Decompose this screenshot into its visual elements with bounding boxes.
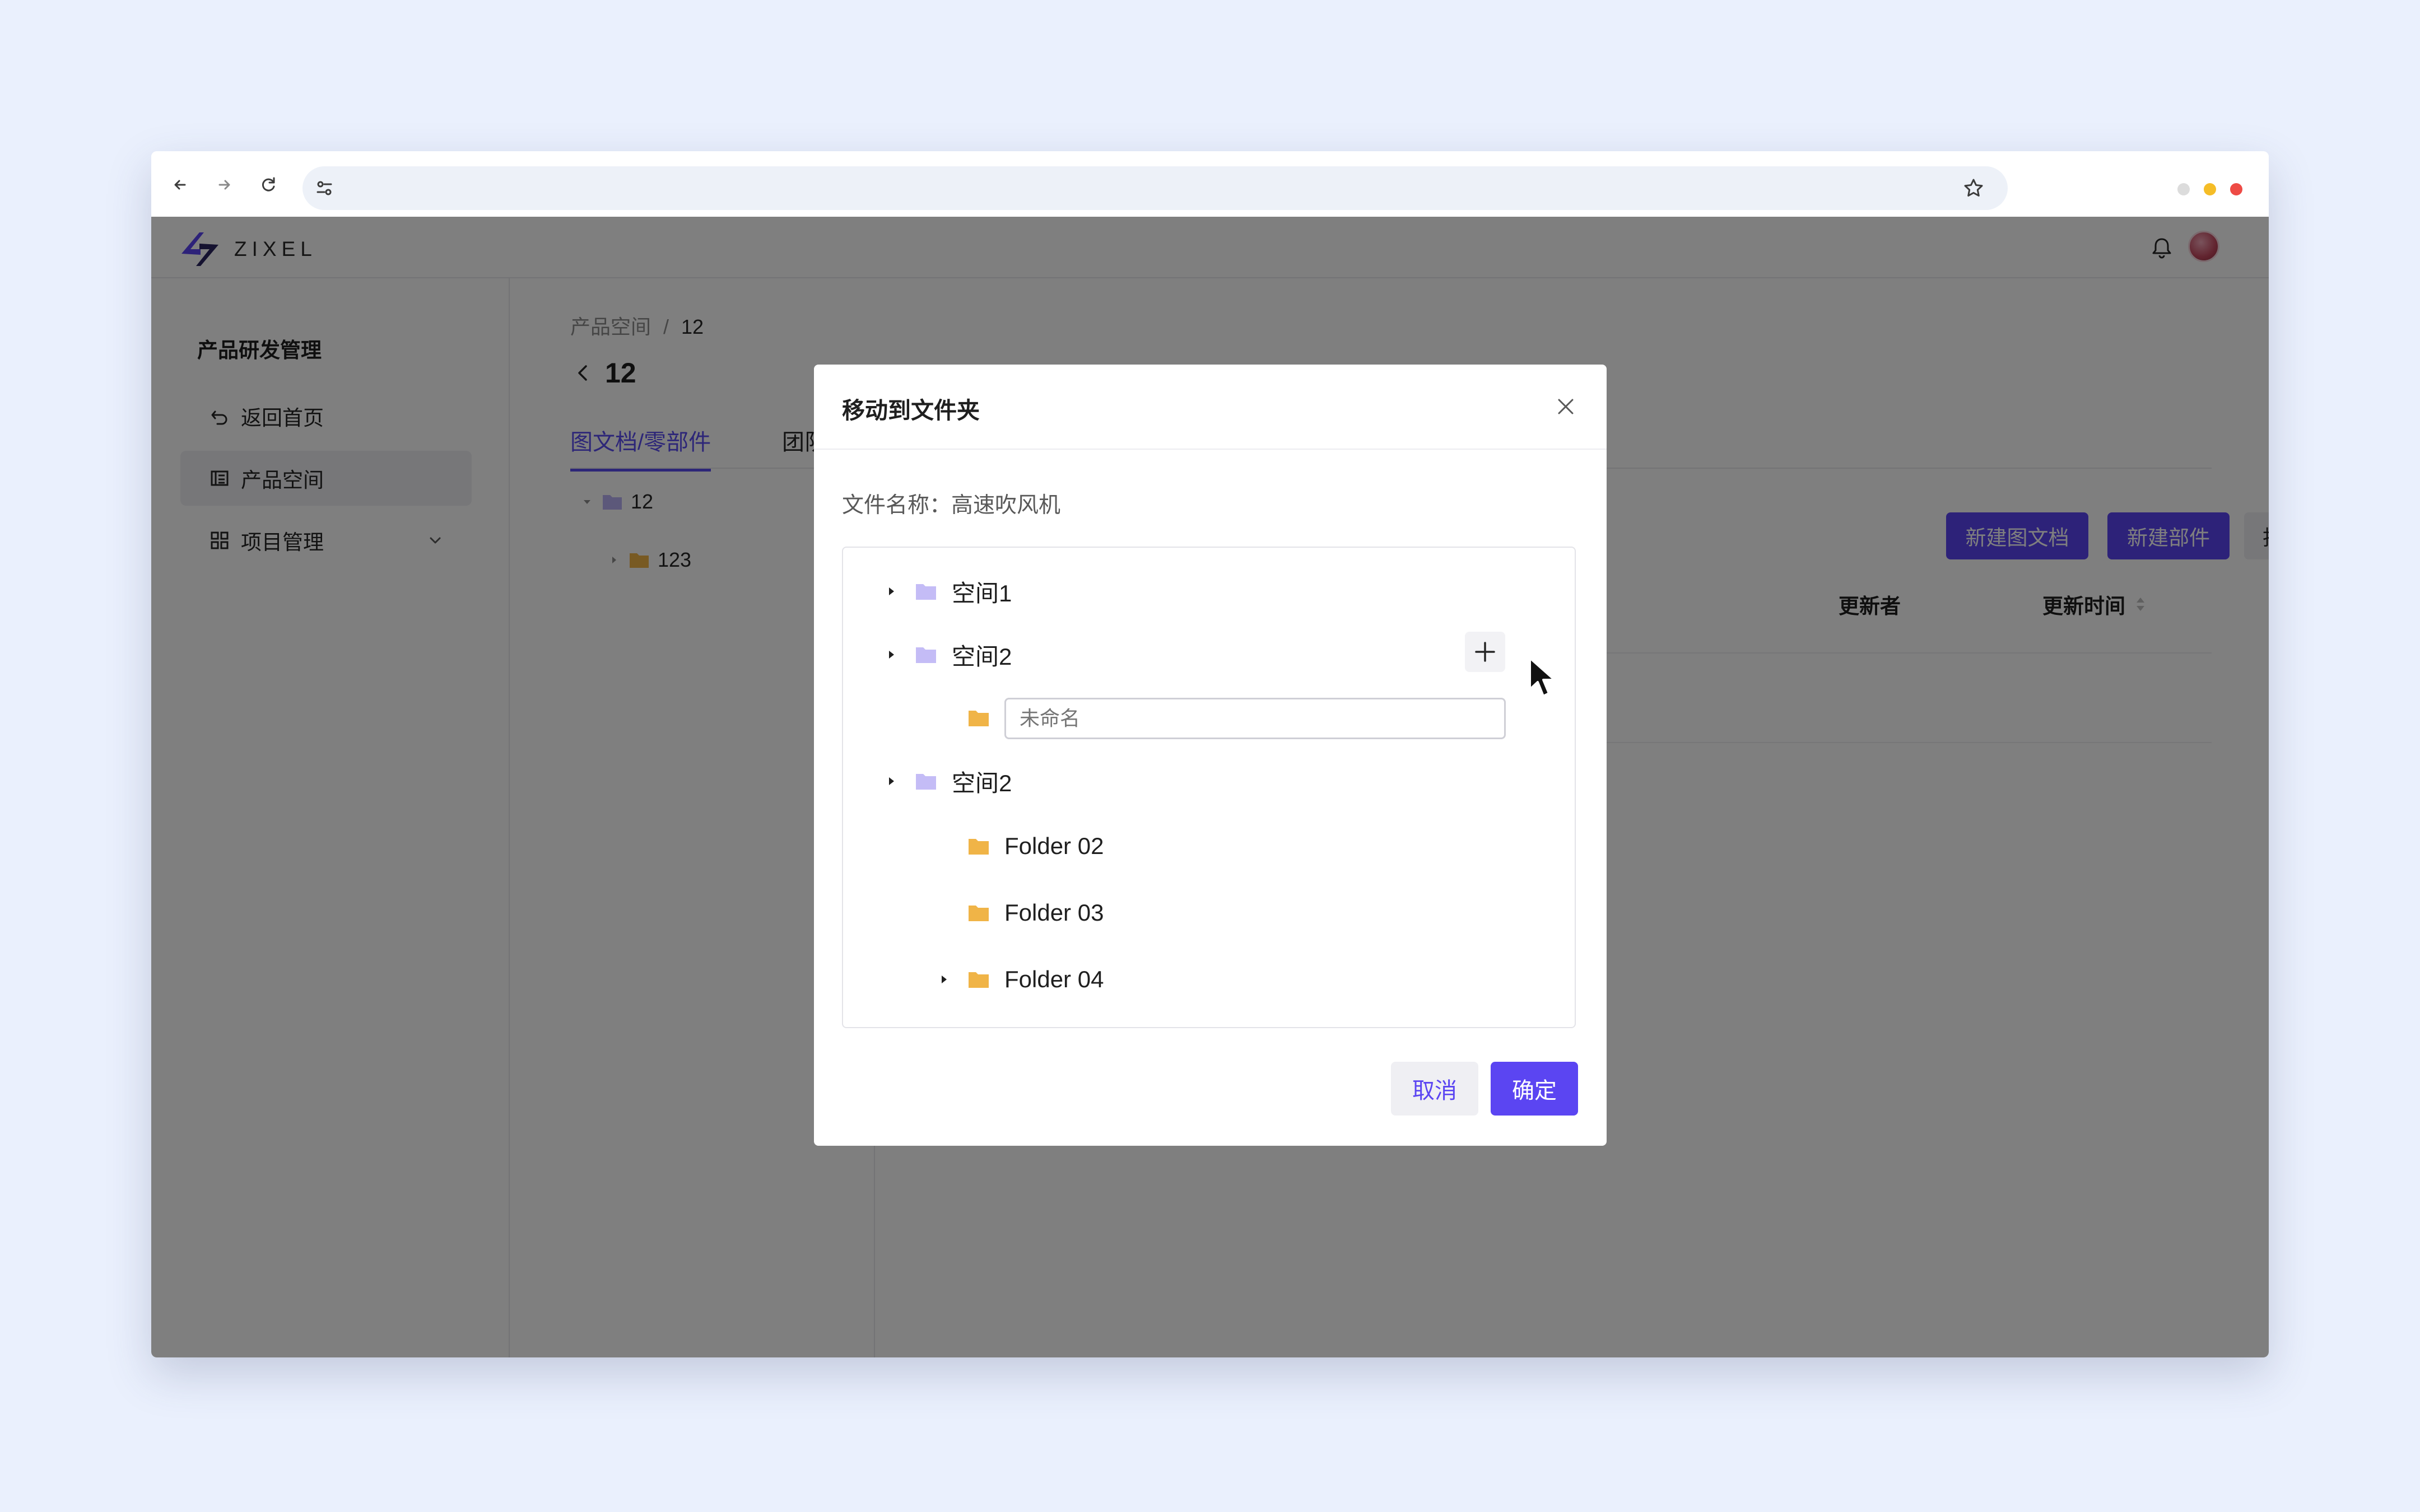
- browser-window: ZIXEL 产品研发管理 返回首页 产品空间 项目管理 产品空间/1: [151, 151, 2269, 1357]
- move-to-folder-dialog: 移动到文件夹 文件名称：高速吹风机 空间1 空间2 空间2 Folder 02 …: [814, 365, 1607, 1146]
- caret-right-icon[interactable]: [883, 773, 899, 789]
- tree-row-folder[interactable]: Folder 04: [843, 951, 1575, 1007]
- caret-right-icon[interactable]: [936, 972, 952, 987]
- reload-icon[interactable]: [257, 172, 281, 197]
- file-name-line: 文件名称：高速吹风机: [842, 488, 1060, 519]
- close-icon[interactable]: [1553, 394, 1579, 419]
- forward-arrow-icon[interactable]: [212, 172, 236, 197]
- folder-icon: [916, 584, 936, 600]
- tree-row-folder[interactable]: Folder 03: [843, 885, 1575, 941]
- window-maximize-dot[interactable]: [2204, 183, 2216, 195]
- tree-row-label: 空间1: [952, 580, 1012, 606]
- browser-toolbar: [151, 151, 2269, 217]
- tree-row-space[interactable]: 空间1: [843, 563, 1575, 619]
- folder-icon: [916, 647, 936, 663]
- confirm-button[interactable]: 确定: [1491, 1062, 1578, 1116]
- plus-icon: [1475, 642, 1495, 662]
- window-close-dot[interactable]: [2230, 183, 2242, 195]
- address-bar[interactable]: [302, 166, 2008, 210]
- window-minimize-dot[interactable]: [2177, 183, 2190, 195]
- folder-icon: [969, 839, 989, 855]
- folder-picker-tree: 空间1 空间2 空间2 Folder 02 Folder 03 Folder 0…: [842, 547, 1576, 1028]
- back-arrow-icon[interactable]: [168, 172, 193, 197]
- tree-row-space[interactable]: 空间2: [843, 753, 1575, 809]
- mouse-cursor-icon: [1529, 657, 1556, 697]
- caret-right-icon[interactable]: [883, 647, 899, 662]
- dialog-header: 移动到文件夹: [814, 365, 1607, 450]
- folder-icon: [916, 774, 936, 790]
- bookmark-star-icon[interactable]: [1962, 176, 1985, 200]
- tree-row-folder[interactable]: Folder 02: [843, 818, 1575, 874]
- file-name-value: 高速吹风机: [951, 493, 1061, 517]
- tree-row-label: Folder 02: [1004, 833, 1104, 859]
- tree-row-label: 空间2: [952, 643, 1012, 670]
- file-name-label: 文件名称：: [842, 493, 952, 517]
- site-settings-icon[interactable]: [313, 176, 336, 200]
- caret-right-icon[interactable]: [883, 584, 899, 599]
- add-folder-button[interactable]: [1465, 632, 1505, 672]
- dialog-title: 移动到文件夹: [842, 398, 980, 423]
- folder-icon: [969, 906, 989, 921]
- tree-row-label: 空间2: [952, 769, 1012, 796]
- tree-row-label: Folder 04: [1004, 966, 1104, 992]
- new-folder-name-input[interactable]: [1004, 698, 1506, 739]
- cancel-button[interactable]: 取消: [1391, 1062, 1478, 1116]
- folder-icon: [969, 711, 989, 726]
- tree-row-label: Folder 03: [1004, 899, 1104, 926]
- folder-icon: [969, 972, 989, 988]
